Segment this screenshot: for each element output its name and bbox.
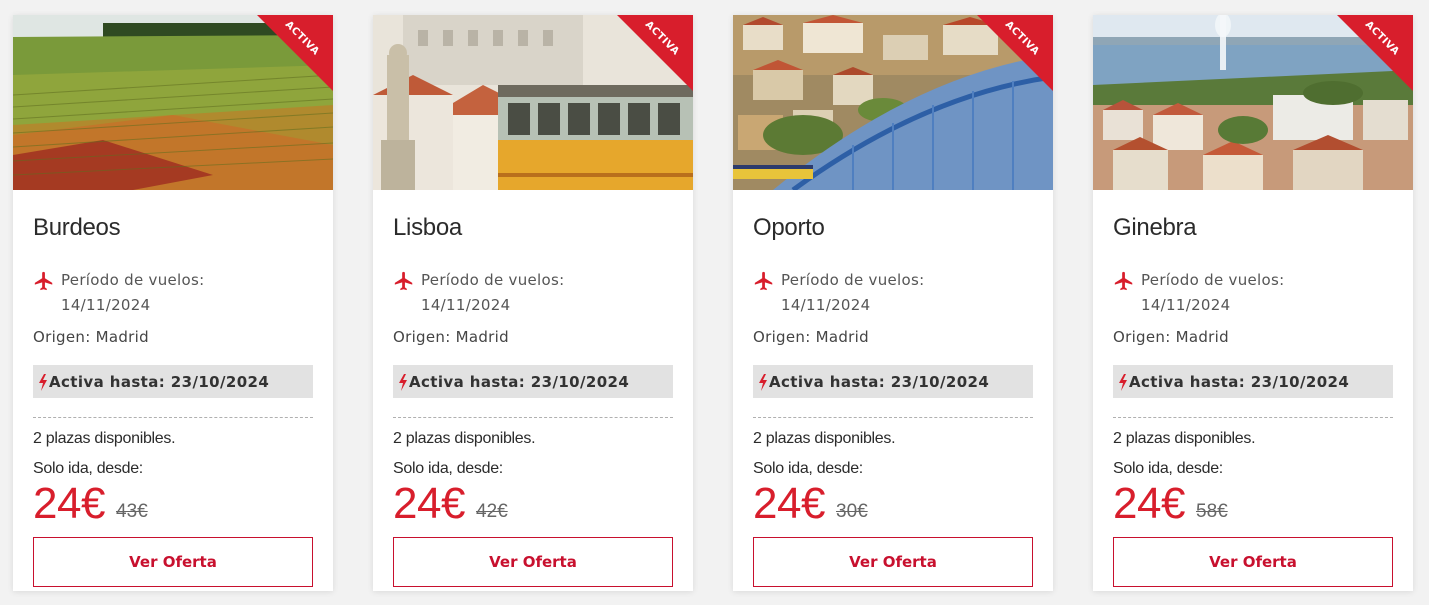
current-price: 24€ [33,479,105,528]
lightning-bolt-icon [39,374,47,391]
offer-card-burdeos[interactable]: ACTIVA Burdeos Período de vuelos: 14/11/… [13,15,333,591]
destination-title: Burdeos [33,214,121,241]
offer-card-ginebra[interactable]: ACTIVA Ginebra Período de vuelos: 14/11/… [1093,15,1413,591]
divider [1113,417,1393,418]
active-until-text: Activa hasta: 23/10/2024 [49,373,270,391]
lightning-bolt-icon [399,374,407,391]
original-price: 58€ [1196,501,1228,522]
lightning-bolt-icon [759,374,767,391]
origin-text: Origen: Madrid [753,328,869,346]
lightning-bolt-icon [1119,374,1127,391]
destination-title: Oporto [753,214,825,241]
offer-card-oporto[interactable]: ACTIVA Oporto Período de vuelos: 14/11/2… [733,15,1053,591]
active-until-box: Activa hasta: 23/10/2024 [33,365,313,398]
flight-period-label: Período de vuelos: [61,271,205,289]
destination-image[interactable]: ACTIVA [13,15,333,190]
origin-text: Origen: Madrid [393,328,509,346]
original-price: 43€ [116,501,148,522]
oneway-label: Solo ida, desde: [753,460,863,477]
destination-image[interactable]: ACTIVA [733,15,1053,190]
seats-available: 2 plazas disponibles. [33,430,176,447]
view-offer-button[interactable]: Ver Oferta [753,537,1033,587]
oneway-label: Solo ida, desde: [33,460,143,477]
view-offer-button[interactable]: Ver Oferta [393,537,673,587]
view-offer-button[interactable]: Ver Oferta [1113,537,1393,587]
original-price: 30€ [836,501,868,522]
offer-card-lisboa[interactable]: ACTIVA Lisboa Período de vuelos: 14/11/2… [373,15,693,591]
seats-available: 2 plazas disponibles. [393,430,536,447]
flight-period-label: Período de vuelos: [421,271,565,289]
oneway-label: Solo ida, desde: [393,460,503,477]
destination-title: Ginebra [1113,214,1197,241]
active-until-text: Activa hasta: 23/10/2024 [769,373,990,391]
destination-title: Lisboa [393,214,462,241]
offers-grid: ACTIVA Burdeos Período de vuelos: 14/11/… [0,0,1429,605]
seats-available: 2 plazas disponibles. [753,430,896,447]
divider [33,417,313,418]
current-price: 24€ [393,479,465,528]
flight-period-label: Período de vuelos: [781,271,925,289]
active-until-box: Activa hasta: 23/10/2024 [753,365,1033,398]
seats-available: 2 plazas disponibles. [1113,430,1256,447]
origin-text: Origen: Madrid [33,328,149,346]
current-price: 24€ [1113,479,1185,528]
destination-image[interactable]: ACTIVA [1093,15,1413,190]
divider [393,417,673,418]
destination-image[interactable]: ACTIVA [373,15,693,190]
flight-period-date: 14/11/2024 [421,296,511,314]
flight-period-date: 14/11/2024 [61,296,151,314]
active-until-text: Activa hasta: 23/10/2024 [409,373,630,391]
flight-period-date: 14/11/2024 [1141,296,1231,314]
active-until-box: Activa hasta: 23/10/2024 [1113,365,1393,398]
view-offer-button[interactable]: Ver Oferta [33,537,313,587]
flight-period-date: 14/11/2024 [781,296,871,314]
active-until-text: Activa hasta: 23/10/2024 [1129,373,1350,391]
airplane-icon [34,271,53,291]
airplane-icon [394,271,413,291]
flight-period-label: Período de vuelos: [1141,271,1285,289]
origin-text: Origen: Madrid [1113,328,1229,346]
original-price: 42€ [476,501,508,522]
active-until-box: Activa hasta: 23/10/2024 [393,365,673,398]
oneway-label: Solo ida, desde: [1113,460,1223,477]
airplane-icon [754,271,773,291]
current-price: 24€ [753,479,825,528]
airplane-icon [1114,271,1133,291]
divider [753,417,1033,418]
